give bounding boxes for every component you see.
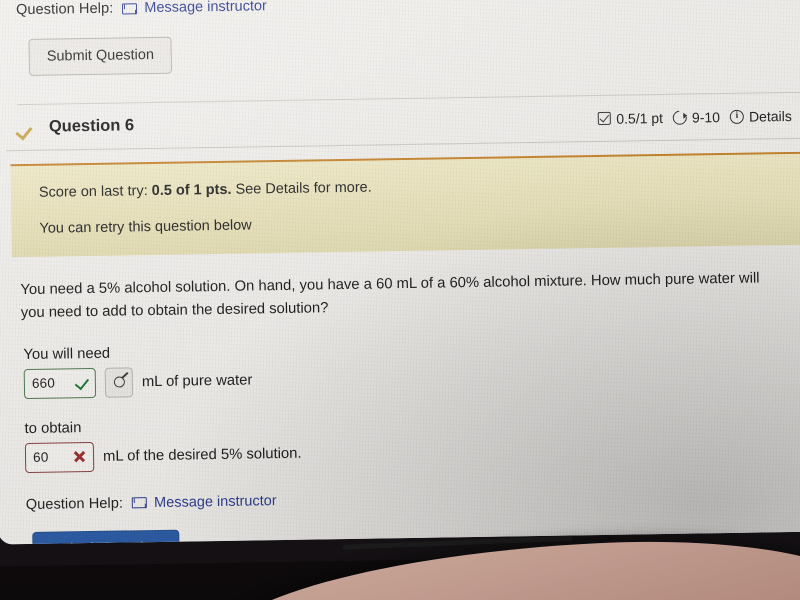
answer-row-1: 660 mL of pure water	[23, 357, 792, 399]
answer-block-1: You will need 660 mL of pure water	[21, 335, 792, 399]
question-help-label: Question Help:	[25, 495, 124, 513]
help-row: Question Help: Message instructor	[26, 485, 794, 513]
score-last-try-line: Score on last try: 0.5 of 1 pts. See Det…	[39, 173, 800, 201]
answer-unit-1: mL of pure water	[141, 372, 253, 391]
score-suffix: See Details for more.	[231, 179, 372, 198]
previous-question-footer: Question Help: Message instructor Submit…	[3, 0, 800, 106]
attempts-indicator: 9-10	[670, 107, 721, 128]
answer-preview-button-1[interactable]	[104, 367, 134, 398]
magnifier-icon	[113, 376, 125, 388]
checkbox-icon	[598, 111, 612, 125]
laptop-screen-assembly: Question Help: Message instructor Submit…	[0, 0, 800, 567]
score-value: 0.5/1 pt	[616, 109, 664, 127]
retry-notice: You can retry this question below	[39, 217, 252, 237]
previous-help-row: Question Help: Message instructor	[16, 0, 800, 18]
previous-message-instructor-label: Message instructor	[144, 0, 267, 17]
score-bold-value: 0.5 of 1 pts.	[151, 181, 232, 200]
score-prefix: Score on last try:	[38, 183, 152, 201]
answer-input-1[interactable]: 660	[23, 367, 97, 399]
message-instructor-label: Message instructor	[153, 492, 277, 511]
answer-input-2[interactable]: 60	[24, 441, 95, 473]
message-instructor-link[interactable]: Message instructor	[132, 493, 277, 511]
question-text: You need a 5% alcohol solution. On hand,…	[20, 270, 760, 322]
photo-of-laptop-screen: Question Help: Message instructor Submit…	[0, 0, 800, 600]
green-check-icon	[75, 377, 88, 389]
answer-block-2: to obtain 60 mL of the desired 5% soluti…	[22, 409, 793, 473]
answer-unit-2: mL of the desired 5% solution.	[102, 445, 302, 465]
homework-page: Question Help: Message instructor Submit…	[0, 0, 800, 545]
score-banner: Score on last try: 0.5 of 1 pts. See Det…	[10, 151, 800, 258]
answer-value-1: 660	[31, 375, 56, 392]
answer-value-2: 60	[32, 450, 49, 466]
question-title-wrap: Question 6	[18, 116, 135, 137]
question-meta: 0.5/1 pt 9-10 i Details	[598, 107, 792, 128]
question-title: Question 6	[48, 116, 135, 136]
question-help-row: Question Help: Message instructor	[24, 485, 794, 513]
red-x-icon	[73, 450, 86, 463]
attempts-value: 9-10	[691, 108, 721, 126]
details-link[interactable]: i Details	[729, 107, 792, 125]
score-indicator: 0.5/1 pt	[598, 109, 663, 126]
info-circle-icon: i	[729, 109, 745, 124]
previous-message-instructor-link[interactable]: Message instructor	[122, 0, 267, 16]
retry-icon	[670, 107, 690, 128]
question-body: You need a 5% alcohol solution. On hand,…	[8, 245, 800, 545]
details-label: Details	[748, 107, 792, 125]
previous-submit-question-button[interactable]: Submit Question	[28, 36, 173, 76]
gold-check-icon	[18, 120, 37, 134]
previous-help-label: Question Help:	[15, 0, 114, 19]
page-content: Question Help: Message instructor Submit…	[3, 0, 800, 545]
answer-row-2: 60 mL of the desired 5% solution.	[24, 431, 793, 473]
screen-display: Question Help: Message instructor Submit…	[0, 0, 800, 545]
envelope-icon	[122, 2, 138, 14]
envelope-icon	[132, 497, 148, 509]
